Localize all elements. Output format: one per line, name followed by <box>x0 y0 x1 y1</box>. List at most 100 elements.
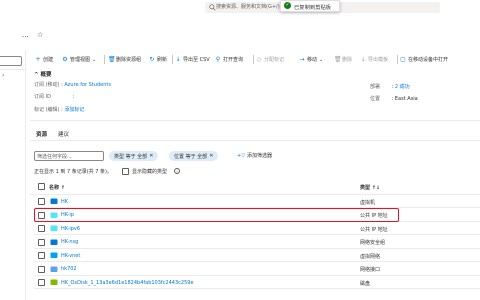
chevron-right-icon[interactable]: › <box>2 72 4 79</box>
add-filter-button[interactable]: +▽ 添加筛选器 <box>237 152 272 160</box>
toolbar-divider <box>104 55 105 64</box>
tags-label: 标记 (编辑) <box>34 107 60 113</box>
mobile-icon: ▢ <box>400 56 406 63</box>
location-row: 位置 : East Asia <box>370 96 418 102</box>
table-row[interactable]: HK-ipv6 公共 IP 地址 <box>34 222 480 235</box>
table-row[interactable]: HK-vnet 虚拟网络 <box>34 249 480 262</box>
add-tags-link[interactable]: 添加标记 <box>64 107 84 113</box>
resource-name-link[interactable]: HK-vnet <box>61 253 80 259</box>
tabs-divider <box>30 140 480 141</box>
resource-type: 公共 IP 地址 <box>360 226 388 233</box>
location-value: East Asia <box>394 96 418 102</box>
row-checkbox[interactable] <box>38 252 45 259</box>
tags-row: 标记 (编辑) : 添加标记 <box>34 107 85 113</box>
deployments-row: 部署 : 2 成功 <box>370 84 410 90</box>
refresh-button[interactable]: ↻ 刷新 <box>149 54 167 65</box>
row-checkbox[interactable] <box>38 238 45 246</box>
essentials-divider <box>30 120 480 121</box>
resource-type: 网络安全组 <box>360 240 386 246</box>
type-filter-pill[interactable]: 类型 等于 全部 ✕ <box>109 151 159 161</box>
name-column-header[interactable]: 名称 ↑ <box>49 184 65 191</box>
delete-resource-group-button[interactable]: 🗑 删除资源组 <box>108 54 141 65</box>
row-checkbox[interactable] <box>38 279 45 286</box>
type-column-header[interactable]: 类型 ↑↓ <box>360 184 380 191</box>
left-divider <box>0 69 26 70</box>
left-nav-panel <box>0 50 26 300</box>
filter-placeholder: 筛选任何字段... <box>37 154 72 160</box>
export-template-button[interactable]: ↓ 导出模板 <box>360 54 388 65</box>
manage-view-button[interactable]: ⚙ 管理视图 ⌄ <box>62 54 96 65</box>
nic-icon <box>50 266 58 272</box>
success-check-icon: ✓ <box>284 2 291 9</box>
export-csv-button[interactable]: ↓ 导出至 CSV <box>175 54 209 65</box>
left-search-input[interactable] <box>0 56 22 66</box>
delete-button[interactable]: 🗑 删除 <box>334 54 352 65</box>
vm-icon <box>50 198 58 204</box>
resource-name-link[interactable]: hk702 <box>61 266 77 272</box>
table-row[interactable]: HK_OsDisk_1_13a3e6d1e1824b4fab103fc2443c… <box>34 276 480 289</box>
open-in-mobile-button[interactable]: ▢ 在移动设备中打开 <box>400 54 448 65</box>
more-options-button[interactable]: ... <box>22 31 29 39</box>
refresh-icon: ↻ <box>149 56 155 63</box>
show-hidden-label: 显示隐藏的类型 <box>132 169 168 175</box>
record-count: 正在显示 1 到 7 条记录(共 7 条)。 <box>34 169 112 175</box>
chevron-down-icon: ⌄ <box>92 56 97 63</box>
subscription-id-value: : <box>72 94 75 100</box>
assign-tags-button[interactable]: ◇ 分配标记 <box>256 54 284 65</box>
deployments-label: 部署 <box>370 84 381 90</box>
select-all-checkbox[interactable] <box>38 183 45 190</box>
close-icon[interactable]: ✕ <box>149 153 153 159</box>
resource-type: 网络接口 <box>360 267 381 273</box>
move-button[interactable]: → 移动 ⌄ <box>299 54 323 65</box>
info-icon[interactable]: i <box>174 168 180 174</box>
location-filter-pill[interactable]: 位置 等于 全部 ✕ <box>169 151 219 161</box>
row-checkbox[interactable] <box>38 225 45 232</box>
toolbar-divider <box>397 55 398 64</box>
row-checkbox[interactable] <box>38 198 45 205</box>
table-row[interactable]: HK 虚拟机 <box>34 195 480 208</box>
gear-icon: ⚙ <box>62 56 68 63</box>
toolbar-divider <box>253 55 254 64</box>
resource-type: 虚拟网络 <box>360 253 381 260</box>
highlight-box <box>34 208 399 222</box>
subscription-id-row: 订阅 ID : <box>34 93 74 100</box>
trash-icon: 🗑 <box>108 56 116 63</box>
row-checkbox[interactable] <box>38 265 45 273</box>
resource-type: 虚拟机 <box>360 199 376 206</box>
resource-name-link[interactable]: HK-ipv6 <box>61 226 80 232</box>
toast-text: 已复制到剪贴板 <box>294 4 332 11</box>
subscription-row: 订阅 (移动) : Azure for Students <box>34 82 111 88</box>
toolbar-divider <box>172 55 173 64</box>
deployments-link[interactable]: 2 成功 <box>395 84 410 90</box>
download-icon: ↓ <box>175 56 181 63</box>
resource-name-link[interactable]: HK_OsDisk_1_13a3e6d1e1824b4fab103fc2443c… <box>61 280 194 286</box>
table-row[interactable]: HK-nsg 网络安全组 <box>34 236 480 249</box>
favorite-star-icon[interactable]: ☆ <box>37 31 43 39</box>
disk-icon <box>50 279 58 285</box>
trash-icon: 🗑 <box>334 56 342 63</box>
location-label: 位置 <box>370 96 381 102</box>
open-query-button[interactable]: ⚲ 打开查询 <box>215 54 243 65</box>
subscription-label: 订阅 (移动) <box>34 82 60 88</box>
resource-name-link[interactable]: HK <box>61 199 68 205</box>
add-filter-icon: +▽ <box>237 152 246 159</box>
table-row[interactable]: hk702 网络接口 <box>34 263 480 276</box>
move-arrow-icon: → <box>299 56 305 63</box>
resource-name-link[interactable]: HK-nsg <box>61 239 78 245</box>
public-ip-icon <box>50 225 58 231</box>
vnet-icon <box>50 252 58 258</box>
chevron-down-icon: ⌄ <box>319 56 324 63</box>
resource-type: 磁盘 <box>360 280 371 287</box>
create-button[interactable]: + 创建 <box>35 54 53 65</box>
search-icon <box>209 4 216 11</box>
tab-recommendations[interactable]: 建议 <box>58 130 69 138</box>
subscription-link[interactable]: Azure for Students <box>64 82 111 88</box>
essentials-header[interactable]: ^ 概要 <box>34 70 52 78</box>
close-icon[interactable]: ✕ <box>209 153 213 159</box>
query-icon: ⚲ <box>215 56 221 63</box>
show-hidden-checkbox[interactable] <box>122 168 129 175</box>
global-search-placeholder: 搜索资源、服务和文档(G+/) <box>216 4 280 10</box>
plus-icon: + <box>35 56 41 63</box>
nsg-icon <box>50 239 58 245</box>
subscription-id-label: 订阅 ID <box>34 94 51 100</box>
